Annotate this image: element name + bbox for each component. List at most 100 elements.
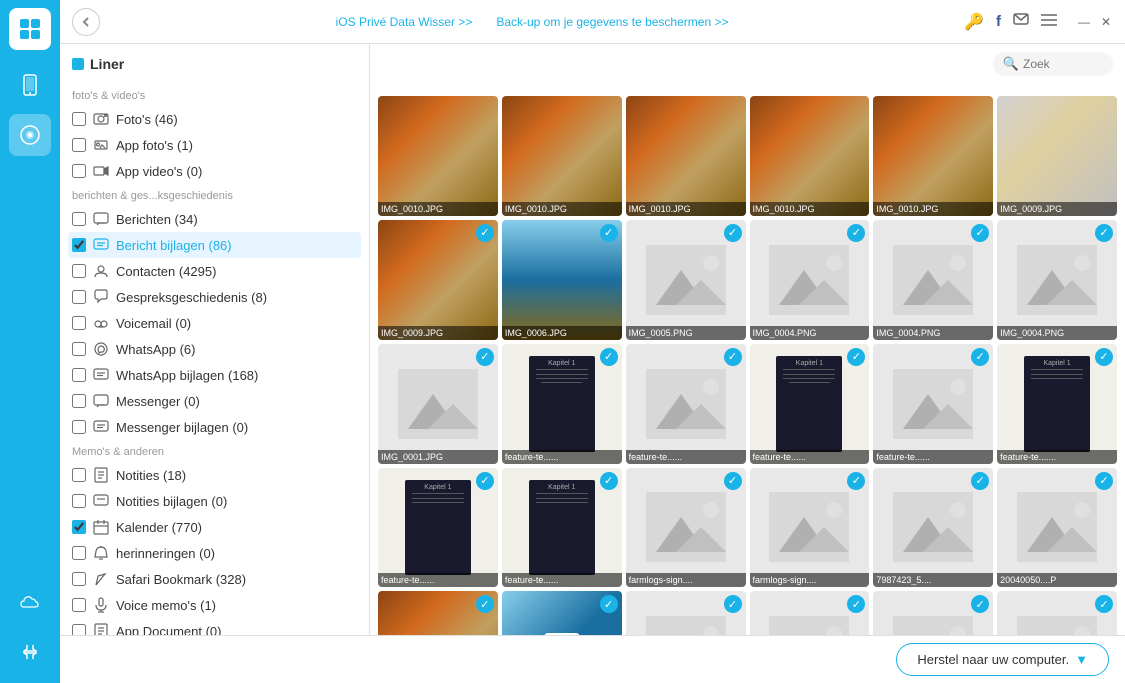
- checkbox-safari[interactable]: [72, 572, 86, 586]
- grid-item-check[interactable]: ✓: [724, 595, 742, 613]
- grid-item[interactable]: ✓ IMG_0005.PNG: [626, 220, 746, 340]
- grid-item[interactable]: Kapitel 1 ✓ feature-te......: [378, 468, 498, 588]
- checkbox-messenger[interactable]: [72, 394, 86, 408]
- checkbox-kalender[interactable]: [72, 520, 86, 534]
- grid-item[interactable]: ✓ IMG_0004.PNG: [997, 220, 1117, 340]
- tree-item-berichten[interactable]: Berichten (34): [68, 206, 361, 232]
- tree-item-whatsapp[interactable]: WhatsApp (6): [68, 336, 361, 362]
- close-button[interactable]: ✕: [1099, 15, 1113, 29]
- grid-item[interactable]: Kapitel 1 ✓ feature-te......: [502, 344, 622, 464]
- ios-private-data-link[interactable]: iOS Privé Data Wisser >>: [336, 15, 473, 29]
- grid-item[interactable]: IMG_0010.JPG: [502, 96, 622, 216]
- grid-item-check[interactable]: ✓: [1095, 224, 1113, 242]
- tree-item-app-fotos[interactable]: App foto's (1): [68, 132, 361, 158]
- tree-item-app-document[interactable]: App Document (0): [68, 618, 361, 635]
- grid-item-check[interactable]: ✓: [724, 472, 742, 490]
- checkbox-messenger-bijlagen[interactable]: [72, 420, 86, 434]
- grid-item[interactable]: IMG_0010.JPG: [750, 96, 870, 216]
- backup-link[interactable]: Back-up om je gegevens te beschermen >>: [496, 15, 728, 29]
- tree-item-notities-bijlagen[interactable]: Notities bijlagen (0): [68, 488, 361, 514]
- grid-item[interactable]: ✓ feature-te......: [626, 344, 746, 464]
- tree-item-contacten[interactable]: Contacten (4295): [68, 258, 361, 284]
- grid-item[interactable]: ✓ feature-te......: [873, 344, 993, 464]
- grid-item[interactable]: Kapitel 1 ✓ feature-te......: [750, 344, 870, 464]
- grid-item-check[interactable]: ✓: [600, 224, 618, 242]
- grid-item[interactable]: ✓ IMG_0004.PNG: [873, 220, 993, 340]
- grid-item-check[interactable]: ✓: [600, 348, 618, 366]
- checkbox-bericht-bijlagen[interactable]: [72, 238, 86, 252]
- grid-item[interactable]: ✓ farmlogs-sign....: [626, 468, 746, 588]
- tree-item-kalender[interactable]: Kalender (770): [68, 514, 361, 540]
- message-icon[interactable]: [1013, 11, 1029, 32]
- tree-item-whatsapp-bijlagen[interactable]: WhatsApp bijlagen (168): [68, 362, 361, 388]
- checkbox-app-fotos[interactable]: [72, 138, 86, 152]
- grid-item-check[interactable]: ✓: [724, 224, 742, 242]
- checkbox-app-videos[interactable]: [72, 164, 86, 178]
- search-input[interactable]: [1023, 57, 1103, 71]
- tree-item-messenger[interactable]: Messenger (0): [68, 388, 361, 414]
- grid-item-check[interactable]: ✓: [847, 348, 865, 366]
- tree-item-herinneringen[interactable]: herinneringen (0): [68, 540, 361, 566]
- grid-item-check[interactable]: ✓: [476, 472, 494, 490]
- grid-item[interactable]: ✓ 20040050....P: [997, 468, 1117, 588]
- grid-item[interactable]: ✓ farmlogs-sign....: [750, 468, 870, 588]
- checkbox-contacten[interactable]: [72, 264, 86, 278]
- grid-item[interactable]: ✓: [502, 591, 622, 635]
- grid-item[interactable]: ✓: [378, 591, 498, 635]
- grid-item[interactable]: Kapitel 1 ✓ feature-te......: [502, 468, 622, 588]
- grid-item[interactable]: ✓ IMG_0004.PNG: [750, 220, 870, 340]
- checkbox-whatsapp[interactable]: [72, 342, 86, 356]
- tree-item-gespreks[interactable]: Gespreksgeschiedenis (8): [68, 284, 361, 310]
- tree-item-voicemail[interactable]: Voicemail (0): [68, 310, 361, 336]
- grid-item-check[interactable]: ✓: [1095, 348, 1113, 366]
- grid-item-check[interactable]: ✓: [971, 472, 989, 490]
- grid-item-check[interactable]: ✓: [971, 224, 989, 242]
- checkbox-herinneringen[interactable]: [72, 546, 86, 560]
- grid-item-check[interactable]: ✓: [476, 224, 494, 242]
- sidebar-cloud-icon[interactable]: [9, 581, 51, 623]
- grid-item[interactable]: ✓: [997, 591, 1117, 635]
- grid-item[interactable]: ✓: [626, 591, 746, 635]
- grid-item[interactable]: IMG_0010.JPG: [378, 96, 498, 216]
- checkbox-berichten[interactable]: [72, 212, 86, 226]
- sidebar-phone-icon[interactable]: [9, 64, 51, 106]
- tree-item-bericht-bijlagen[interactable]: Bericht bijlagen (86): [68, 232, 361, 258]
- minimize-button[interactable]: —: [1077, 15, 1091, 29]
- tree-item-messenger-bijlagen[interactable]: Messenger bijlagen (0): [68, 414, 361, 440]
- checkbox-whatsapp-bijlagen[interactable]: [72, 368, 86, 382]
- grid-item[interactable]: ✓: [750, 591, 870, 635]
- grid-item[interactable]: IMG_0009.JPG: [997, 96, 1117, 216]
- facebook-icon[interactable]: f: [996, 13, 1001, 30]
- grid-item-check[interactable]: ✓: [847, 472, 865, 490]
- grid-item-check[interactable]: ✓: [476, 348, 494, 366]
- grid-item[interactable]: Kapitel 1 ✓ feature-te.......: [997, 344, 1117, 464]
- grid-item-check[interactable]: ✓: [1095, 472, 1113, 490]
- tree-item-notities[interactable]: Notities (18): [68, 462, 361, 488]
- checkbox-notities-bijlagen[interactable]: [72, 494, 86, 508]
- checkbox-voicemail[interactable]: [72, 316, 86, 330]
- grid-item-check[interactable]: ✓: [600, 595, 618, 613]
- sidebar-tools-icon[interactable]: [9, 631, 51, 673]
- restore-button[interactable]: Herstel naar uw computer. ▼: [896, 643, 1109, 676]
- grid-item[interactable]: ✓ 7987423_5....: [873, 468, 993, 588]
- checkbox-app-document[interactable]: [72, 624, 86, 635]
- grid-item[interactable]: ✓: [873, 591, 993, 635]
- tree-item-safari[interactable]: Safari Bookmark (328): [68, 566, 361, 592]
- tree-item-voice-memos[interactable]: Voice memo's (1): [68, 592, 361, 618]
- grid-item[interactable]: IMG_0010.JPG: [873, 96, 993, 216]
- checkbox-voice-memos[interactable]: [72, 598, 86, 612]
- grid-item-check[interactable]: ✓: [724, 348, 742, 366]
- checkbox-notities[interactable]: [72, 468, 86, 482]
- checkbox-fotos[interactable]: [72, 112, 86, 126]
- grid-item[interactable]: ✓ IMG_0006.JPG: [502, 220, 622, 340]
- sidebar-music-icon[interactable]: [9, 114, 51, 156]
- grid-item-check[interactable]: ✓: [600, 472, 618, 490]
- grid-item[interactable]: ✓ IMG_0009.JPG: [378, 220, 498, 340]
- checkbox-gespreks[interactable]: [72, 290, 86, 304]
- back-button[interactable]: [72, 8, 100, 36]
- menu-icon[interactable]: [1041, 13, 1057, 31]
- grid-item[interactable]: IMG_0010.JPG: [626, 96, 746, 216]
- grid-item[interactable]: ✓ IMG_0001.JPG: [378, 344, 498, 464]
- tree-item-fotos[interactable]: Foto's (46): [68, 106, 361, 132]
- tree-item-app-videos[interactable]: App video's (0): [68, 158, 361, 184]
